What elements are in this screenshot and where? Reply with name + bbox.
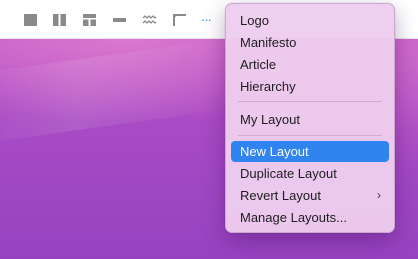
more-options-icon[interactable]: ··· (201, 13, 217, 27)
menu-separator (238, 135, 382, 136)
layout-menu: Logo Manifesto Article Hierarchy My Layo… (225, 3, 395, 233)
menu-item-revert-layout[interactable]: Revert Layout › (231, 185, 389, 206)
more-options-glyph: ··· (201, 12, 212, 27)
chevron-right-icon: › (377, 188, 381, 202)
menu-item-label: Revert Layout (240, 188, 321, 203)
menu-item-duplicate-layout[interactable]: Duplicate Layout (231, 163, 389, 184)
header-columns-layout-icon[interactable] (82, 13, 97, 27)
menu-item-logo[interactable]: Logo (231, 10, 389, 31)
wave-pattern-icon[interactable] (142, 13, 157, 27)
menu-item-new-layout[interactable]: New Layout (231, 141, 389, 162)
menu-item-label: Manage Layouts... (240, 210, 347, 225)
menu-separator (238, 101, 382, 102)
collapse-row-icon[interactable] (112, 13, 127, 27)
menu-item-label: New Layout (240, 144, 309, 159)
menu-item-my-layout[interactable]: My Layout (231, 109, 389, 130)
menu-item-label: My Layout (240, 112, 300, 127)
two-column-layout-icon[interactable] (52, 13, 67, 27)
menu-item-label: Article (240, 57, 277, 72)
menu-item-hierarchy[interactable]: Hierarchy (231, 76, 389, 97)
menu-item-label: Manifesto (240, 35, 297, 50)
menu-item-label: Duplicate Layout (240, 166, 337, 181)
menu-item-manage-layouts[interactable]: Manage Layouts... (231, 207, 389, 228)
menu-item-manifesto[interactable]: Manifesto (231, 32, 389, 53)
menu-item-label: Logo (240, 13, 269, 28)
corner-shape-icon[interactable] (172, 13, 187, 27)
menu-item-label: Hierarchy (240, 79, 296, 94)
single-column-layout-icon[interactable] (23, 13, 38, 27)
wallpaper-highlight (0, 40, 224, 146)
menu-item-article[interactable]: Article (231, 54, 389, 75)
